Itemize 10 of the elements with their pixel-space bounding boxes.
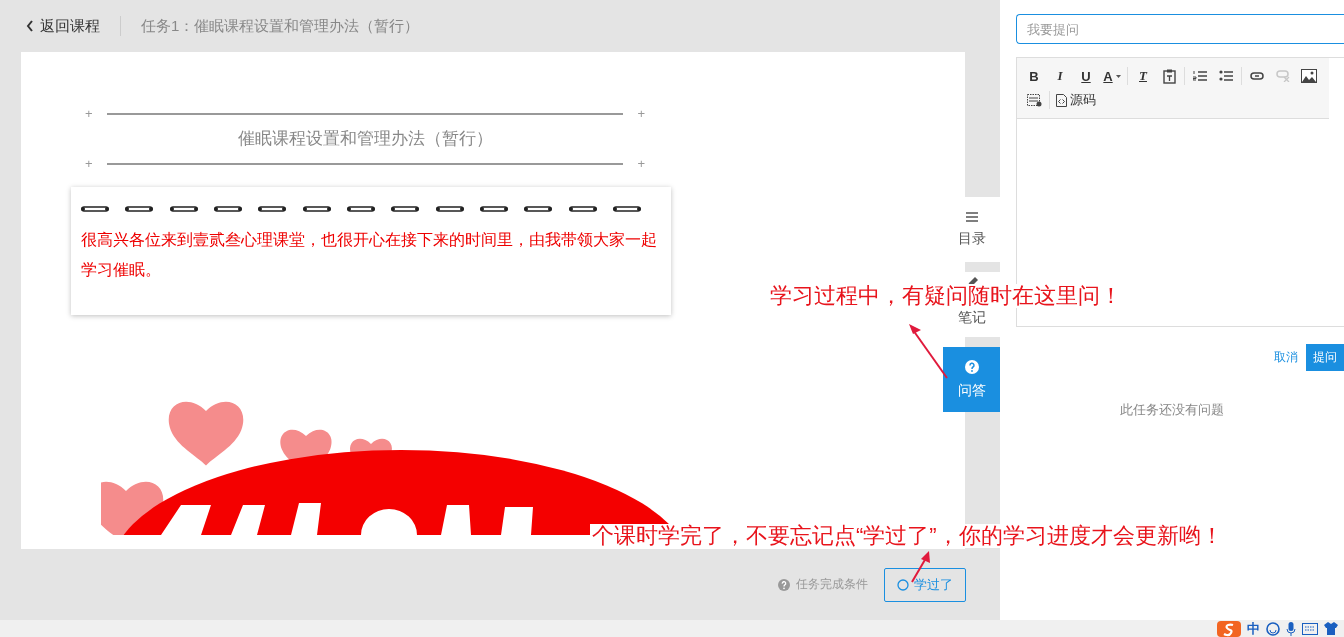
plus-mark: + [85, 106, 93, 121]
task-title: 任务1：催眠课程设置和管理办法（暂行） [140, 16, 420, 36]
intro-paragraph: 很高兴各位来到壹贰叁心理课堂，也很开心在接下来的时间里，由我带领大家一起学习催眠。 [81, 230, 658, 280]
plus-mark: + [637, 156, 645, 171]
plus-mark: + [85, 156, 93, 171]
empty-message: 此任务还没有问题 [1119, 401, 1225, 419]
plus-mark: + [637, 106, 645, 121]
document-title: 催眠课程设置和管理办法（暂行） [236, 128, 494, 150]
annotation-text: 个课时学完了，不要忘记点“学过了”，你的学习进度才会更新哟！ [592, 524, 1223, 548]
annotation-text: 学习过程中，有疑问随时在这里问！ [770, 284, 1122, 308]
